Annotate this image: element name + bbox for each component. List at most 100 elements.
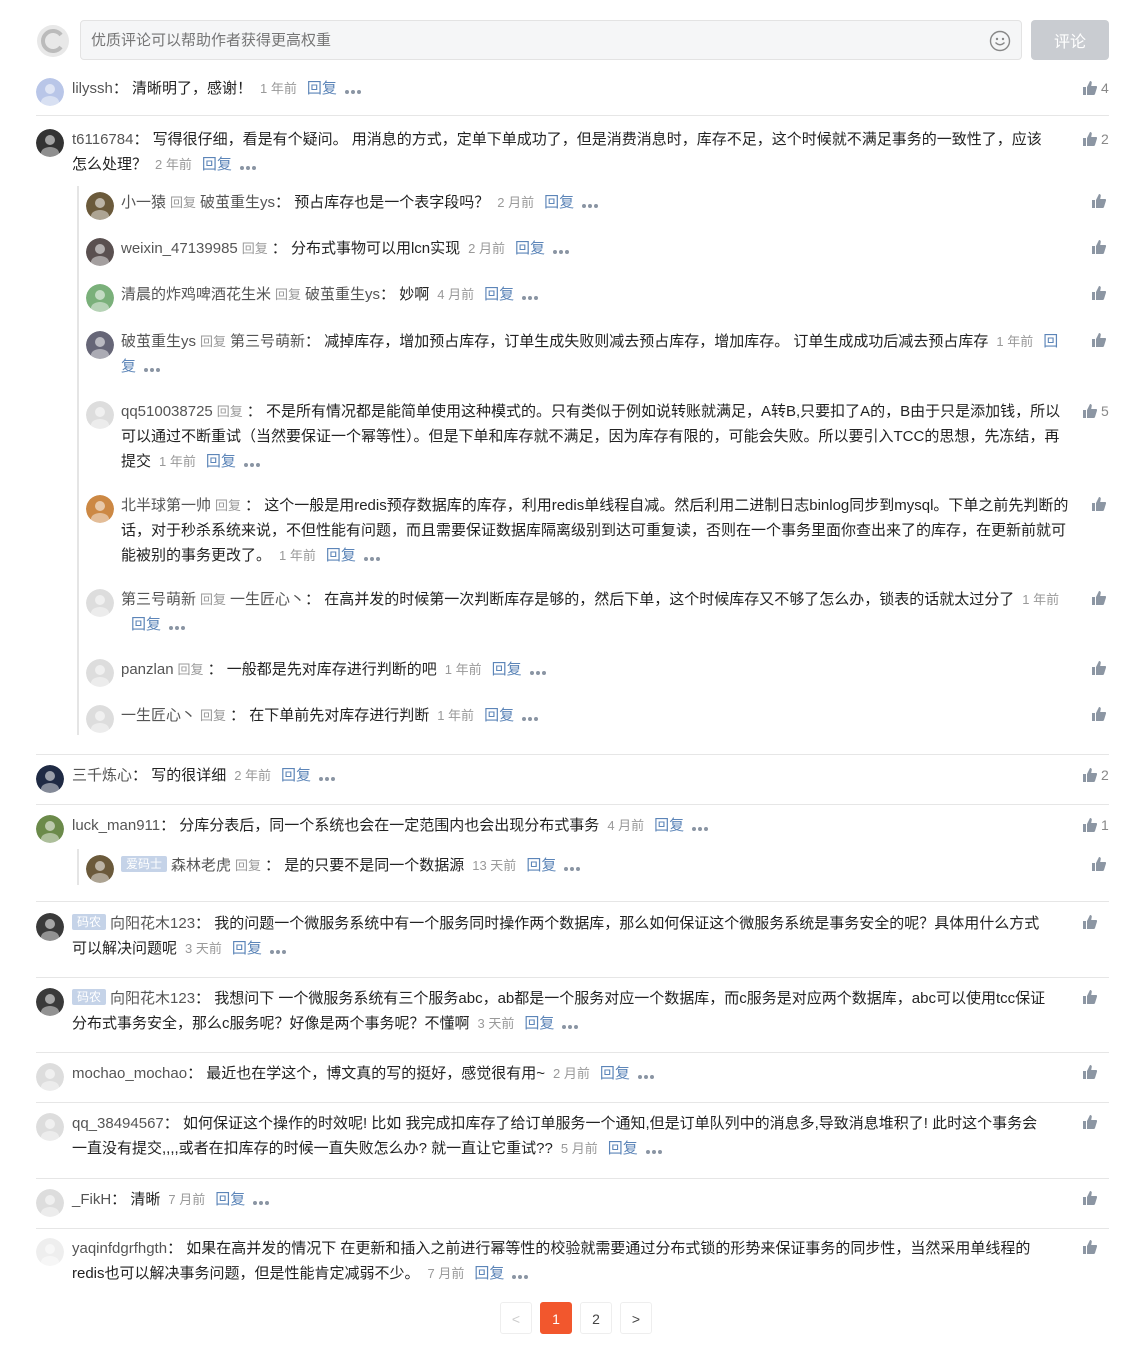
reply-link[interactable]: 回复	[515, 240, 545, 257]
avatar[interactable]	[86, 705, 114, 733]
like-button[interactable]	[1091, 194, 1106, 208]
avatar[interactable]	[86, 401, 114, 429]
more-options-icon[interactable]	[319, 764, 337, 789]
comment-input-box[interactable]	[80, 20, 1022, 60]
username[interactable]: 北半球第一帅	[121, 497, 211, 514]
like-button[interactable]	[1082, 1240, 1097, 1254]
like-button[interactable]	[1091, 497, 1106, 511]
more-options-icon[interactable]	[645, 1137, 664, 1162]
username[interactable]: t6116784	[72, 131, 133, 148]
reply-link[interactable]: 回复	[484, 286, 514, 303]
avatar[interactable]	[36, 913, 64, 941]
reply-link[interactable]: 回复	[492, 661, 522, 678]
comment-input[interactable]	[81, 21, 971, 59]
prev-page-button[interactable]: <	[500, 1302, 532, 1334]
username[interactable]: mochao_mochao	[72, 1065, 187, 1082]
more-options-icon[interactable]	[512, 1262, 530, 1287]
more-options-icon[interactable]	[344, 77, 363, 102]
more-options-icon[interactable]	[144, 355, 162, 380]
username[interactable]: 向阳花木123	[110, 915, 195, 932]
avatar[interactable]	[36, 1063, 64, 1091]
more-options-icon[interactable]	[243, 450, 262, 475]
reply-link[interactable]: 回复	[524, 1015, 554, 1032]
avatar[interactable]	[36, 1189, 64, 1217]
avatar[interactable]	[86, 238, 114, 266]
username[interactable]: yaqinfdgrfhgth	[72, 1240, 167, 1257]
more-options-icon[interactable]	[564, 854, 582, 879]
more-options-icon[interactable]	[269, 937, 288, 962]
like-button[interactable]	[1091, 707, 1106, 721]
avatar[interactable]	[86, 659, 114, 687]
reply-link[interactable]: 回复	[526, 857, 556, 874]
more-options-icon[interactable]	[553, 237, 571, 262]
avatar[interactable]	[86, 331, 114, 359]
like-button[interactable]	[1091, 333, 1106, 347]
username[interactable]: 森林老虎	[171, 857, 231, 874]
username[interactable]: 第三号萌新	[121, 591, 196, 608]
like-button[interactable]	[1091, 857, 1106, 871]
reply-link[interactable]: 回复	[307, 80, 337, 97]
reply-link[interactable]: 回复	[654, 817, 684, 834]
username[interactable]: weixin_47139985	[121, 240, 238, 257]
more-options-icon[interactable]	[522, 283, 540, 308]
reply-target[interactable]: 第三号萌新	[230, 333, 305, 350]
like-button[interactable]	[1082, 1065, 1097, 1079]
more-options-icon[interactable]	[637, 1062, 656, 1087]
username[interactable]: 一生匠心丶	[121, 707, 196, 724]
like-button[interactable]: 5	[1082, 403, 1109, 419]
reply-target[interactable]: 一生匠心丶	[230, 591, 305, 608]
like-button[interactable]	[1091, 286, 1106, 300]
username[interactable]: luck_man911	[72, 817, 160, 834]
avatar[interactable]	[36, 78, 64, 106]
username[interactable]: lilyssh	[72, 80, 113, 97]
username[interactable]: panzlan	[121, 661, 174, 678]
reply-link[interactable]: 回复	[232, 940, 262, 957]
more-options-icon[interactable]	[692, 814, 710, 839]
like-button[interactable]: 1	[1082, 817, 1109, 833]
reply-link[interactable]: 回复	[215, 1191, 245, 1208]
username[interactable]: 破茧重生ys	[121, 333, 196, 350]
more-options-icon[interactable]	[239, 153, 258, 178]
like-button[interactable]	[1082, 990, 1097, 1004]
next-page-button[interactable]: >	[620, 1302, 652, 1334]
avatar[interactable]	[36, 1113, 64, 1141]
reply-link[interactable]: 回复	[131, 616, 161, 633]
reply-link[interactable]: 回复	[608, 1140, 638, 1157]
like-button[interactable]	[1082, 915, 1097, 929]
reply-link[interactable]: 回复	[206, 453, 236, 470]
reply-target[interactable]: 破茧重生ys	[305, 286, 380, 303]
reply-link[interactable]: 回复	[326, 547, 356, 564]
more-options-icon[interactable]	[529, 658, 548, 683]
avatar[interactable]	[86, 192, 114, 220]
like-button[interactable]	[1091, 591, 1106, 605]
username[interactable]: 向阳花木123	[110, 990, 195, 1007]
like-button[interactable]	[1082, 1191, 1097, 1205]
avatar[interactable]	[86, 589, 114, 617]
submit-comment-button[interactable]: 评论	[1031, 20, 1109, 60]
avatar[interactable]	[36, 1238, 64, 1266]
avatar[interactable]	[36, 988, 64, 1016]
like-button[interactable]: 2	[1082, 131, 1109, 147]
reply-link[interactable]: 回复	[600, 1065, 630, 1082]
reply-link[interactable]: 回复	[484, 707, 514, 724]
like-button[interactable]: 4	[1082, 80, 1109, 96]
more-options-icon[interactable]	[169, 613, 187, 638]
more-options-icon[interactable]	[562, 1012, 580, 1037]
page-1-button[interactable]: 1	[540, 1302, 572, 1334]
more-options-icon[interactable]	[582, 191, 600, 216]
avatar[interactable]	[86, 855, 114, 883]
more-options-icon[interactable]	[253, 1188, 271, 1213]
avatar[interactable]	[36, 815, 64, 843]
username[interactable]: qq510038725	[121, 403, 213, 420]
username[interactable]: 清晨的炸鸡啤酒花生米	[121, 286, 271, 303]
like-button[interactable]: 2	[1082, 767, 1109, 783]
reply-link[interactable]: 回复	[202, 156, 232, 173]
reply-link[interactable]: 回复	[281, 767, 311, 784]
like-button[interactable]	[1091, 661, 1106, 675]
more-options-icon[interactable]	[363, 544, 382, 569]
avatar[interactable]	[86, 284, 114, 312]
avatar[interactable]	[86, 495, 114, 523]
avatar[interactable]	[36, 765, 64, 793]
reply-link[interactable]: 回复	[544, 194, 574, 211]
more-options-icon[interactable]	[522, 704, 540, 729]
